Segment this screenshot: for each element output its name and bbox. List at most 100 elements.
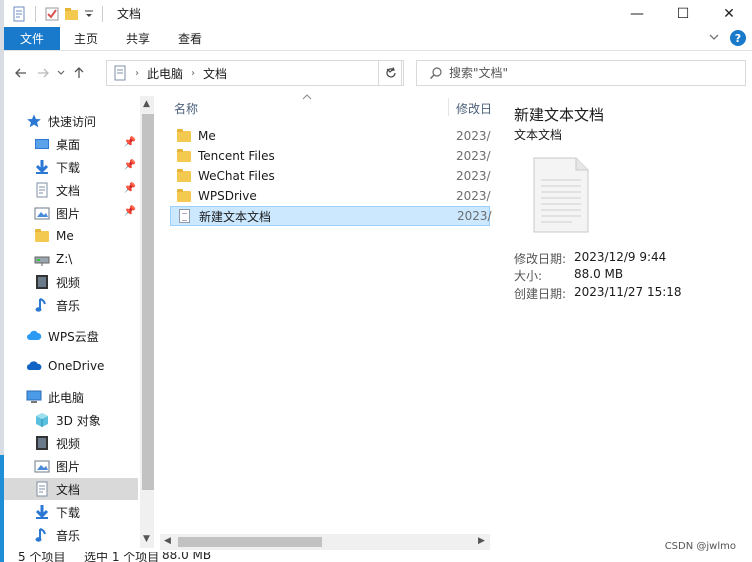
properties-icon[interactable]	[11, 6, 27, 22]
file-name: WeChat Files	[198, 169, 275, 183]
nav-item-wps-cloud[interactable]: WPS云盘	[26, 325, 154, 347]
nav-item-me[interactable]: Me	[34, 225, 154, 247]
toolbar-separator	[35, 5, 36, 22]
nav-item-label: 下载	[56, 160, 81, 175]
up-arrow-icon[interactable]	[68, 62, 90, 84]
tab-view[interactable]: 查看	[164, 27, 216, 50]
search-input[interactable]	[449, 66, 729, 80]
chevron-down-icon[interactable]	[708, 31, 720, 46]
document-icon	[34, 182, 50, 198]
download-icon	[34, 159, 50, 175]
file-row-new-text-document[interactable]: 新建文本文档 2023/	[170, 206, 492, 226]
nav-item-videos[interactable]: 视频	[34, 432, 154, 454]
details-size-value: 88.0 MB	[574, 267, 624, 281]
sort-ascending-icon	[302, 93, 312, 104]
nav-item-videos-quick[interactable]: 视频	[34, 271, 154, 293]
window-title: 文档	[117, 7, 142, 21]
details-created-value: 2023/11/27 15:18	[574, 285, 682, 299]
details-title: 新建文本文档	[514, 106, 605, 124]
pin-icon: 📌	[123, 137, 136, 148]
column-divider[interactable]	[448, 98, 449, 116]
file-row-wechat-files[interactable]: WeChat Files 2023/	[170, 166, 491, 186]
nav-item-z-drive[interactable]: Z:\	[34, 248, 154, 270]
file-name: 新建文本文档	[199, 209, 272, 224]
nav-item-music-quick[interactable]: 音乐	[34, 294, 154, 316]
close-button[interactable]: ✕	[706, 0, 752, 27]
nav-item-label: 3D 对象	[56, 413, 101, 428]
status-item-count: 5 个项目	[18, 552, 66, 562]
nav-item-label: 图片	[56, 459, 81, 474]
tab-file[interactable]: 文件	[4, 27, 61, 50]
pictures-icon	[34, 205, 50, 221]
minimize-button[interactable]: —	[614, 0, 660, 27]
details-modified-label: 修改日期:	[514, 252, 567, 266]
scroll-left-arrow-icon[interactable]: ◀	[164, 536, 171, 546]
breadcrumb-documents[interactable]: 文档	[203, 65, 227, 82]
nav-item-documents[interactable]: 文档	[4, 478, 138, 500]
navigation-bar: › 此电脑 › 文档	[4, 54, 752, 92]
file-row-tencent-files[interactable]: Tencent Files 2023/	[170, 146, 491, 166]
customize-chevron-icon[interactable]	[84, 6, 94, 22]
nav-item-documents-pinned[interactable]: 文档 📌	[34, 179, 140, 201]
nav-item-desktop[interactable]: 桌面 📌	[34, 133, 140, 155]
document-icon	[34, 481, 50, 497]
new-folder-icon[interactable]	[64, 6, 80, 22]
nav-item-label: 此电脑	[48, 390, 85, 405]
nav-quick-access[interactable]: 快速访问	[26, 110, 154, 132]
nav-item-label: Z:\	[56, 252, 73, 266]
nav-item-label: 视频	[56, 275, 81, 290]
recent-locations-chevron-icon[interactable]	[54, 62, 68, 84]
tab-share[interactable]: 共享	[112, 27, 164, 50]
details-size-label: 大小:	[514, 269, 543, 283]
nav-pane-scrollbar[interactable]: ▲ ▼	[140, 96, 154, 548]
back-arrow-icon[interactable]	[10, 62, 32, 84]
file-list-horizontal-scrollbar[interactable]: ◀ ▶	[160, 534, 490, 550]
folder-icon	[176, 188, 192, 204]
tab-home[interactable]: 主页	[60, 27, 112, 50]
title-bar: 文档 — ☐ ✕	[4, 0, 752, 27]
checkmark-icon[interactable]	[44, 6, 60, 22]
forward-arrow-icon[interactable]	[32, 62, 54, 84]
scrollbar-thumb[interactable]	[142, 114, 154, 490]
file-row-me[interactable]: Me 2023/	[170, 126, 491, 146]
refresh-button[interactable]	[378, 60, 404, 86]
maximize-button[interactable]: ☐	[660, 0, 706, 27]
nav-item-this-pc[interactable]: 此电脑	[26, 386, 154, 408]
file-date: 2023/	[456, 149, 491, 163]
nav-item-label: 桌面	[56, 137, 81, 152]
breadcrumb-separator-icon: ›	[135, 67, 139, 79]
column-header-modified[interactable]: 修改日	[456, 100, 492, 117]
video-icon	[34, 435, 50, 451]
nav-item-downloads-pc[interactable]: 下载	[34, 501, 154, 523]
onedrive-icon	[26, 358, 42, 374]
computer-icon	[26, 389, 42, 405]
nav-item-3d-objects[interactable]: 3D 对象	[34, 409, 154, 431]
nav-item-pictures-pinned[interactable]: 图片 📌	[34, 202, 140, 224]
star-icon	[26, 113, 42, 129]
column-header-name[interactable]: 名称	[174, 100, 198, 117]
help-icon[interactable]: ?	[730, 30, 746, 46]
file-date: 2023/	[456, 189, 491, 203]
file-name: WPSDrive	[198, 189, 257, 203]
nav-item-onedrive[interactable]: OneDrive	[26, 355, 154, 377]
video-icon	[34, 274, 50, 290]
navigation-pane: 快速访问 桌面 📌 下载 📌 文档 📌 图片 📌 Me Z:\ 视频 音乐 WP…	[4, 96, 154, 548]
scroll-up-arrow-icon[interactable]: ▲	[143, 99, 150, 109]
breadcrumb-this-pc[interactable]: 此电脑	[147, 65, 183, 82]
address-bar[interactable]: › 此电脑 › 文档	[106, 60, 402, 86]
breadcrumb-separator-icon: ›	[191, 67, 196, 79]
toolbar-separator	[102, 5, 103, 22]
scroll-right-arrow-icon[interactable]: ▶	[478, 536, 485, 546]
folder-icon	[34, 228, 50, 244]
nav-item-music[interactable]: 音乐	[34, 524, 154, 546]
nav-item-downloads[interactable]: 下载 📌	[34, 156, 140, 178]
status-bar: 5 个项目 选中 1 个项目 88.0 MB	[4, 552, 752, 562]
nav-item-pictures[interactable]: 图片	[34, 455, 154, 477]
file-name: Tencent Files	[198, 149, 275, 163]
file-row-wpsdrive[interactable]: WPSDrive 2023/	[170, 186, 491, 206]
search-box[interactable]	[416, 60, 746, 86]
nav-item-label: 下载	[56, 505, 81, 520]
scroll-down-arrow-icon[interactable]: ▼	[143, 534, 150, 544]
scrollbar-thumb[interactable]	[178, 537, 322, 547]
document-preview-icon	[532, 156, 590, 234]
